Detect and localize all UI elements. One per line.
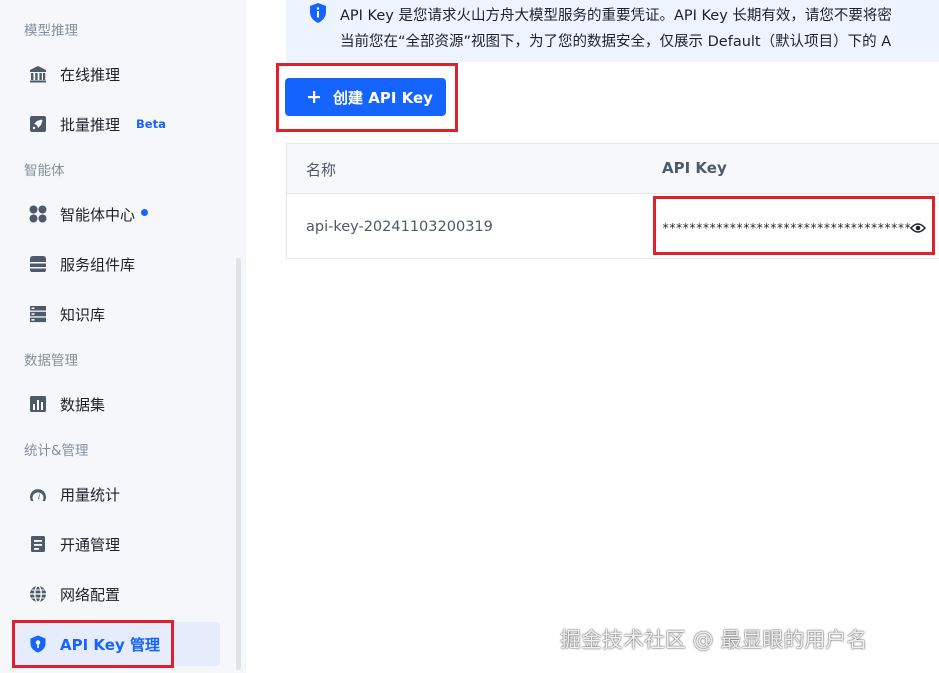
beta-badge: Beta [136, 117, 166, 131]
column-header-name: 名称 [306, 161, 337, 179]
sidebar-item-label: API Key 管理 [60, 635, 160, 654]
server-stack-icon [27, 253, 49, 275]
sidebar-item-label: 数据集 [60, 395, 106, 414]
api-key-table: 名称 API Key api-key-20241103200319 ******… [286, 143, 939, 259]
sidebar-item-service-components[interactable]: 服务组件库 [14, 242, 220, 286]
create-api-key-button[interactable]: 创建 API Key [285, 78, 446, 116]
masked-api-key-cell: ************************************* [662, 221, 911, 235]
sidebar-item-label: 批量推理 [60, 115, 121, 134]
sidebar-item-network[interactable]: 网络配置 [14, 572, 220, 616]
gauge-icon [27, 483, 49, 505]
info-banner: API Key 是您请求火山方舟大模型服务的重要凭证。API Key 长期有效，… [286, 0, 939, 62]
sidebar-item-batch-inference[interactable]: 批量推理 Beta [14, 102, 220, 146]
bar-chart-icon [27, 393, 49, 415]
watermark: 掘金技术社区 @ 最显眼的用户名 [560, 628, 868, 652]
banner-text-line2: 当前您在“全部资源”视图下，为了您的数据安全，仅展示 Default（默认项目）… [340, 34, 892, 50]
sidebar-item-online-inference[interactable]: 在线推理 [14, 52, 220, 96]
section-title-agents: 智能体 [24, 163, 65, 179]
sidebar: 模型推理 在线推理 批量推理 Beta 智能体 智能体中心 服务组件库 知识库 … [0, 0, 246, 673]
section-title-stats-management: 统计&管理 [24, 443, 89, 459]
create-api-key-label: 创建 API Key [333, 88, 433, 107]
sidebar-item-activation[interactable]: 开通管理 [14, 522, 220, 566]
document-icon [27, 533, 49, 555]
database-icon [27, 303, 49, 325]
sidebar-item-label: 在线推理 [60, 65, 121, 84]
sidebar-item-label: 开通管理 [60, 535, 121, 554]
column-header-api-key: API Key [662, 159, 727, 177]
sidebar-item-usage-stats[interactable]: 用量统计 [14, 472, 220, 516]
banner-text-line1: API Key 是您请求火山方舟大模型服务的重要凭证。API Key 长期有效，… [340, 8, 892, 24]
sidebar-item-datasets[interactable]: 数据集 [14, 382, 220, 426]
bank-icon [27, 63, 49, 85]
shield-info-icon [308, 2, 328, 28]
api-key-name-cell: api-key-20241103200319 [306, 219, 493, 235]
section-title-data-management: 数据管理 [24, 353, 78, 369]
sidebar-item-api-key-management[interactable]: API Key 管理 [14, 622, 220, 666]
sidebar-item-label: 智能体中心 [60, 205, 136, 224]
sidebar-item-label: 知识库 [60, 305, 106, 324]
sidebar-scrollbar[interactable] [236, 258, 241, 670]
rocket-icon [27, 113, 49, 135]
sidebar-item-label: 服务组件库 [60, 255, 136, 274]
section-title-model-inference: 模型推理 [24, 23, 78, 39]
eye-icon[interactable] [910, 220, 926, 239]
four-leaf-icon [27, 203, 49, 225]
table-header: 名称 API Key [287, 144, 939, 194]
sidebar-item-label: 网络配置 [60, 585, 121, 604]
shield-key-icon [27, 633, 49, 655]
plus-icon [307, 90, 321, 104]
new-dot-indicator [141, 208, 149, 216]
globe-icon [27, 583, 49, 605]
sidebar-item-agent-center[interactable]: 智能体中心 [14, 192, 220, 236]
sidebar-item-label: 用量统计 [60, 485, 121, 504]
sidebar-item-knowledge-base[interactable]: 知识库 [14, 292, 220, 336]
